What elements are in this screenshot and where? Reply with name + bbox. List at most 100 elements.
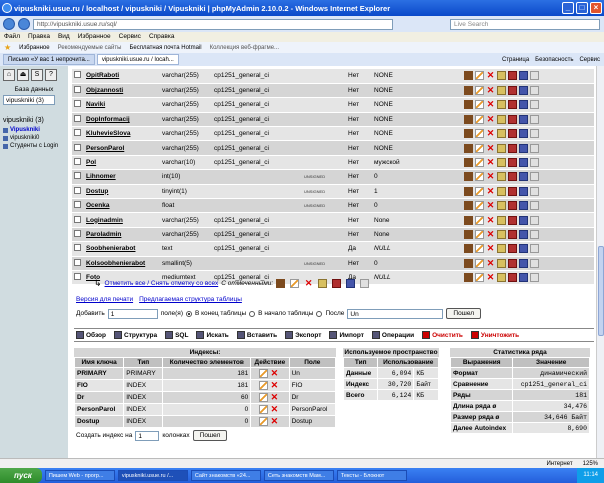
fulltext-icon[interactable] (530, 215, 539, 225)
unique-icon[interactable] (508, 201, 517, 211)
drop-tab[interactable]: Уничтожить (470, 331, 519, 339)
tool-service[interactable]: Сервис (579, 57, 600, 63)
edit-icon[interactable] (290, 279, 300, 288)
fulltext-icon[interactable] (530, 71, 539, 81)
start-button[interactable]: пуск (0, 468, 42, 483)
url-input[interactable]: http://vipuskniki.usue.ru/sql/ (33, 18, 393, 30)
field-name[interactable]: Dostup (84, 184, 160, 200)
primary-icon[interactable] (497, 100, 506, 110)
home-icon[interactable]: ⌂ (3, 69, 15, 81)
fav-item[interactable]: Рекомендуемые сайты (58, 45, 122, 51)
delete-icon[interactable]: ✕ (486, 186, 495, 196)
fulltext-icon[interactable] (530, 201, 539, 211)
unique-icon[interactable] (508, 100, 517, 110)
go-button[interactable]: Пошел (446, 308, 482, 319)
table-item[interactable]: vipuskniki0 (3, 134, 68, 142)
fav-item[interactable]: Коллекция веб-фрагме... (210, 45, 279, 51)
table-item[interactable]: Vipuskniki (3, 126, 68, 134)
fulltext-icon[interactable] (530, 100, 539, 110)
edit-icon[interactable] (475, 100, 484, 110)
field-checkbox[interactable] (74, 215, 81, 223)
primary-icon[interactable] (497, 244, 506, 254)
edit-icon[interactable] (475, 186, 484, 196)
unique-icon[interactable] (508, 86, 517, 96)
edit-icon[interactable] (475, 143, 484, 153)
delete-icon[interactable]: ✕ (486, 100, 495, 109)
field-checkbox[interactable] (74, 143, 81, 151)
primary-icon[interactable] (497, 229, 506, 239)
fulltext-icon[interactable] (530, 258, 539, 268)
propose-structure-link[interactable]: Предлагаемая структура таблицы (139, 296, 242, 303)
field-checkbox[interactable] (74, 129, 81, 137)
search-tab[interactable]: Искать (196, 331, 229, 339)
field-checkbox[interactable] (74, 158, 81, 166)
at-end-radio[interactable] (185, 310, 192, 317)
at-begin-radio[interactable] (249, 310, 256, 317)
sql-tab[interactable]: SQL (165, 331, 188, 339)
index-icon[interactable] (519, 143, 528, 153)
edit-icon[interactable] (475, 229, 484, 239)
edit-icon[interactable] (475, 215, 484, 225)
export-tab[interactable]: Экспорт (285, 331, 321, 339)
delete-icon[interactable]: ✕ (270, 381, 279, 390)
browse-icon[interactable] (464, 100, 473, 110)
edit-icon[interactable] (475, 258, 484, 268)
import-tab[interactable]: Импорт (329, 331, 364, 339)
browse-icon[interactable] (464, 172, 473, 182)
browse-icon[interactable] (464, 129, 473, 139)
fulltext-icon[interactable] (530, 129, 539, 139)
unique-icon[interactable] (508, 258, 517, 268)
sql-icon[interactable]: S (31, 69, 43, 81)
index-icon[interactable] (519, 172, 528, 182)
structure-tab[interactable]: Структура (114, 331, 157, 339)
fulltext-icon[interactable] (530, 186, 539, 196)
primary-icon[interactable] (497, 201, 506, 211)
task-item[interactable]: vipuskniki.usue.ru /... (117, 470, 188, 481)
index-icon[interactable] (519, 158, 528, 168)
edit-icon[interactable] (475, 172, 484, 182)
index-icon[interactable] (519, 186, 528, 196)
fav-item[interactable]: Бесплатная почта Hotmail (129, 45, 201, 51)
index-icon[interactable] (519, 129, 528, 139)
edit-icon[interactable] (258, 393, 268, 402)
browser-tab-active[interactable]: vipuskniki.usue.ru / locah... (96, 54, 179, 65)
tool-security[interactable]: Безопасность (535, 57, 573, 63)
fulltext-icon[interactable] (530, 143, 539, 153)
fulltext-icon[interactable] (530, 273, 539, 283)
field-checkbox[interactable] (74, 71, 81, 79)
index-icon[interactable] (519, 229, 528, 239)
back-button[interactable] (3, 18, 15, 30)
unique-icon[interactable] (508, 244, 517, 254)
forward-button[interactable] (18, 18, 30, 30)
primary-icon[interactable] (497, 258, 506, 268)
edit-icon[interactable] (475, 86, 484, 96)
db-select[interactable]: vipuskniki (3) (3, 95, 55, 105)
menu-tools[interactable]: Сервис (119, 32, 141, 42)
delete-icon[interactable]: ✕ (486, 158, 495, 167)
fulltext-icon[interactable] (530, 172, 539, 182)
edit-icon[interactable] (475, 201, 484, 211)
delete-icon[interactable]: ✕ (304, 279, 313, 288)
index-icon[interactable] (519, 258, 528, 268)
field-checkbox[interactable] (74, 100, 81, 108)
edit-icon[interactable] (475, 129, 484, 139)
primary-icon[interactable] (497, 114, 506, 124)
index-icon[interactable] (519, 100, 528, 110)
delete-icon[interactable]: ✕ (486, 86, 495, 95)
edit-icon[interactable] (475, 114, 484, 124)
primary-icon[interactable] (497, 158, 506, 168)
field-name[interactable]: Objzannosti (84, 83, 160, 99)
empty-tab[interactable]: Очистить (422, 331, 463, 339)
browse-icon[interactable] (464, 229, 473, 239)
delete-icon[interactable]: ✕ (486, 143, 495, 153)
browse-icon[interactable] (464, 114, 473, 124)
unique-icon[interactable] (508, 114, 517, 124)
edit-icon[interactable] (258, 369, 268, 378)
browse-icon[interactable] (464, 158, 473, 168)
primary-icon[interactable] (497, 143, 506, 153)
task-item[interactable]: Сеть знакомств Мам... (263, 470, 334, 481)
exit-icon[interactable]: ⏏ (17, 69, 29, 81)
delete-icon[interactable]: ✕ (486, 201, 495, 210)
primary-icon[interactable] (497, 86, 506, 96)
insert-tab[interactable]: Вставить (236, 331, 277, 339)
